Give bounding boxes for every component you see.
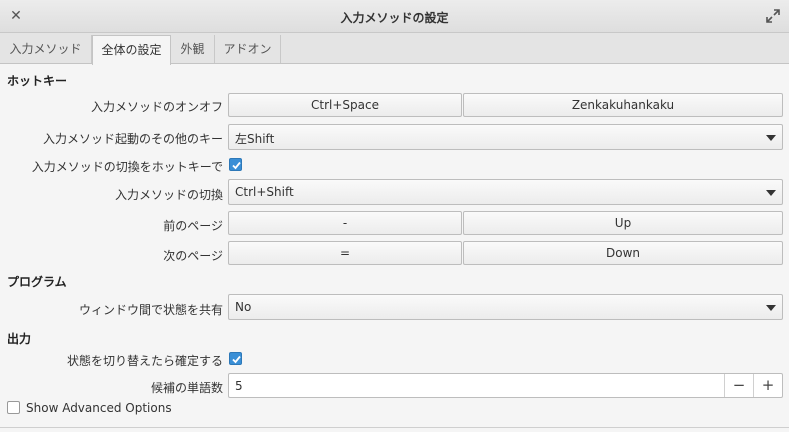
extra-key-value: 左Shift: [235, 132, 275, 146]
switch-enable-label: 入力メソッドの切換をホットキーで: [31, 160, 223, 174]
increment-button[interactable]: +: [753, 374, 782, 397]
next-key2-button[interactable]: Down: [463, 241, 783, 265]
extra-key-select[interactable]: 左Shift: [228, 124, 783, 150]
commit-label: 状態を切り替えたら確定する: [66, 354, 223, 368]
dropdown-arrow-icon: [766, 135, 776, 141]
dropdown-arrow-icon: [766, 305, 776, 311]
tab-input-method[interactable]: 入力メソッド: [0, 35, 92, 63]
dropdown-arrow-icon: [766, 190, 776, 196]
section-output: 出力: [7, 332, 32, 346]
toggle-key2-button[interactable]: Zenkakuhankaku: [463, 93, 783, 117]
title-bar: ✕ 入力メソッドの設定: [0, 0, 789, 33]
prev-key2-button[interactable]: Up: [463, 211, 783, 235]
commit-checkbox[interactable]: [229, 352, 242, 365]
checkmark-icon: [232, 355, 241, 364]
maximize-icon[interactable]: [765, 8, 781, 24]
prev-key1-button[interactable]: -: [228, 211, 462, 235]
share-state-label: ウィンドウ間で状態を共有: [78, 303, 223, 317]
tab-appearance[interactable]: 外観: [171, 35, 215, 63]
candidates-label: 候補の単語数: [150, 381, 223, 395]
candidates-spinbox[interactable]: 5 − +: [228, 373, 783, 398]
candidates-value[interactable]: 5: [235, 379, 243, 393]
share-state-select[interactable]: No: [228, 294, 783, 320]
toggle-key1-button[interactable]: Ctrl+Space: [228, 93, 462, 117]
prev-page-label: 前のページ: [163, 219, 223, 233]
extra-key-label: 入力メソッド起動のその他のキー: [42, 132, 223, 146]
share-state-value: No: [235, 300, 252, 314]
next-key1-button[interactable]: =: [228, 241, 462, 265]
divider: [0, 427, 789, 428]
switch-select[interactable]: Ctrl+Shift: [228, 179, 783, 205]
section-hotkey: ホットキー: [7, 74, 68, 88]
advanced-options-label[interactable]: Show Advanced Options: [26, 401, 172, 415]
window-title: 入力メソッドの設定: [340, 11, 449, 25]
switch-enable-checkbox[interactable]: [229, 158, 242, 171]
switch-label: 入力メソッドの切換: [114, 188, 223, 202]
switch-value: Ctrl+Shift: [235, 185, 294, 199]
toggle-label: 入力メソッドのオンオフ: [90, 100, 223, 114]
section-program: プログラム: [7, 275, 67, 289]
checkmark-icon: [232, 161, 241, 170]
advanced-options-checkbox[interactable]: [7, 401, 20, 414]
next-page-label: 次のページ: [163, 249, 223, 263]
decrement-button[interactable]: −: [724, 374, 753, 397]
tab-addons[interactable]: アドオン: [215, 35, 281, 63]
tab-bar: 入力メソッド 全体の設定 外観 アドオン: [0, 33, 789, 65]
tab-global-config[interactable]: 全体の設定: [92, 35, 171, 65]
